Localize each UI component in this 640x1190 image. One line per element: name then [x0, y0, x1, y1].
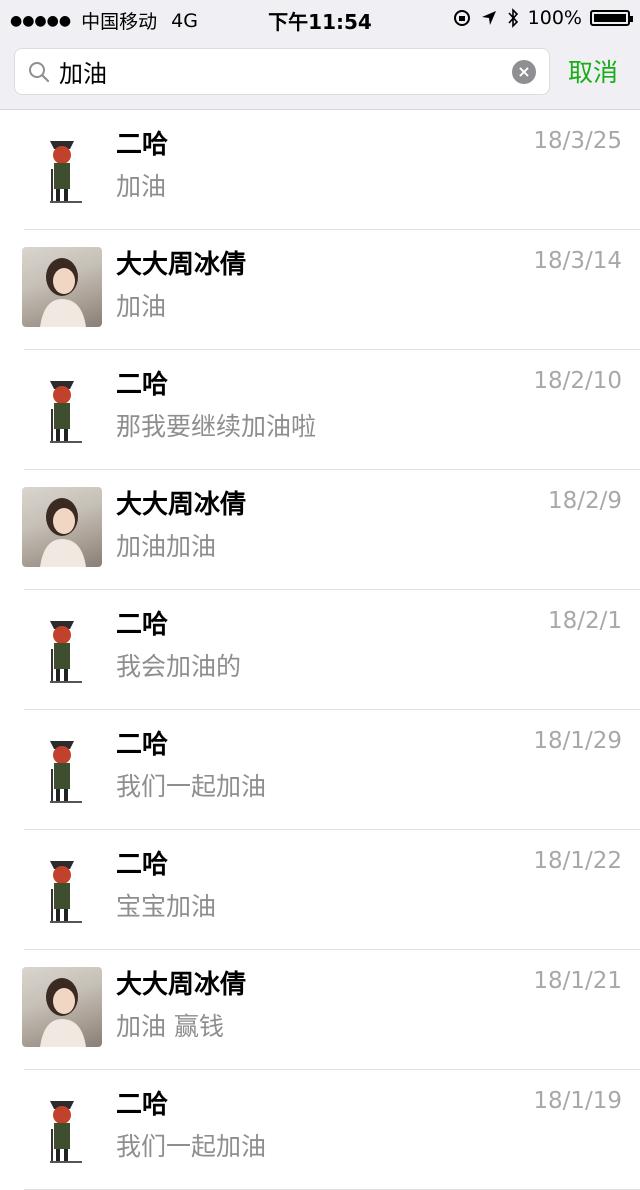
- message-preview: 加油 赢钱: [116, 1012, 224, 1041]
- result-row[interactable]: 二哈 18/2/1 我会加油的: [22, 590, 640, 710]
- message-preview: 我们一起加油: [116, 772, 267, 801]
- search-bar: × 取消: [0, 36, 640, 110]
- cartoon-character-avatar: [22, 127, 102, 207]
- status-bar: ●●●●● 中国移动 4G 下午11:54 100%: [0, 0, 640, 36]
- contact-name: 二哈: [116, 610, 169, 640]
- contact-name: 大大周冰倩: [116, 250, 247, 280]
- cartoon-character-avatar: [22, 367, 102, 447]
- girl-photo-avatar: [22, 247, 102, 327]
- cancel-button[interactable]: 取消: [568, 53, 618, 89]
- cartoon-character-avatar: [22, 847, 102, 927]
- result-row[interactable]: 二哈 18/1/19 我们一起加油: [22, 1070, 640, 1190]
- contact-name: 大大周冰倩: [116, 490, 247, 520]
- result-row[interactable]: 二哈 18/1/29 我们一起加油: [22, 710, 640, 830]
- bluetooth-icon: [508, 8, 518, 28]
- message-date: 18/2/9: [547, 488, 622, 514]
- message-date: 18/1/19: [533, 1088, 622, 1114]
- search-icon: [29, 62, 50, 83]
- search-results-list: 二哈 18/3/25 加油 大大周冰倩 18/3/14 加油 二哈 18/2/1…: [0, 110, 640, 1190]
- clear-search-icon[interactable]: ×: [512, 60, 536, 84]
- message-date: 18/3/14: [533, 248, 622, 274]
- cartoon-character-avatar: [22, 607, 102, 687]
- result-row[interactable]: 二哈 18/2/10 那我要继续加油啦: [22, 350, 640, 470]
- message-date: 18/1/22: [533, 848, 622, 874]
- message-date: 18/1/21: [533, 968, 622, 994]
- contact-name: 大大周冰倩: [116, 970, 247, 1000]
- search-input[interactable]: [59, 49, 499, 94]
- message-date: 18/3/25: [533, 128, 622, 154]
- result-row[interactable]: 大大周冰倩 18/3/14 加油: [22, 230, 640, 350]
- result-row[interactable]: 大大周冰倩 18/2/9 加油加油: [22, 470, 640, 590]
- message-preview: 宝宝加油: [116, 892, 217, 921]
- result-row[interactable]: 二哈 18/1/22 宝宝加油: [22, 830, 640, 950]
- result-row[interactable]: 二哈 18/3/25 加油: [22, 110, 640, 230]
- cartoon-character-avatar: [22, 727, 102, 807]
- message-preview: 加油: [116, 292, 167, 321]
- contact-name: 二哈: [116, 850, 169, 880]
- message-date: 18/2/1: [547, 608, 622, 634]
- contact-name: 二哈: [116, 1090, 169, 1120]
- rotation-lock-icon: [453, 10, 470, 26]
- message-date: 18/2/10: [533, 368, 622, 394]
- girl-photo-avatar: [22, 487, 102, 567]
- contact-name: 二哈: [116, 370, 169, 400]
- message-date: 18/1/29: [533, 728, 622, 754]
- status-right: 100%: [452, 7, 633, 29]
- battery-icon: [590, 10, 633, 26]
- contact-name: 二哈: [116, 730, 169, 760]
- message-preview: 加油: [116, 172, 167, 201]
- message-preview: 那我要继续加油啦: [116, 412, 317, 441]
- message-preview: 我会加油的: [116, 652, 242, 681]
- location-arrow-icon: [481, 11, 496, 25]
- girl-photo-avatar: [22, 967, 102, 1047]
- result-row[interactable]: 大大周冰倩 18/1/21 加油 赢钱: [22, 950, 640, 1070]
- contact-name: 二哈: [116, 130, 169, 160]
- search-box[interactable]: ×: [14, 48, 550, 95]
- message-preview: 加油加油: [116, 532, 217, 561]
- cartoon-character-avatar: [22, 1087, 102, 1167]
- battery-percentage: 100%: [527, 7, 582, 29]
- message-preview: 我们一起加油: [116, 1132, 267, 1161]
